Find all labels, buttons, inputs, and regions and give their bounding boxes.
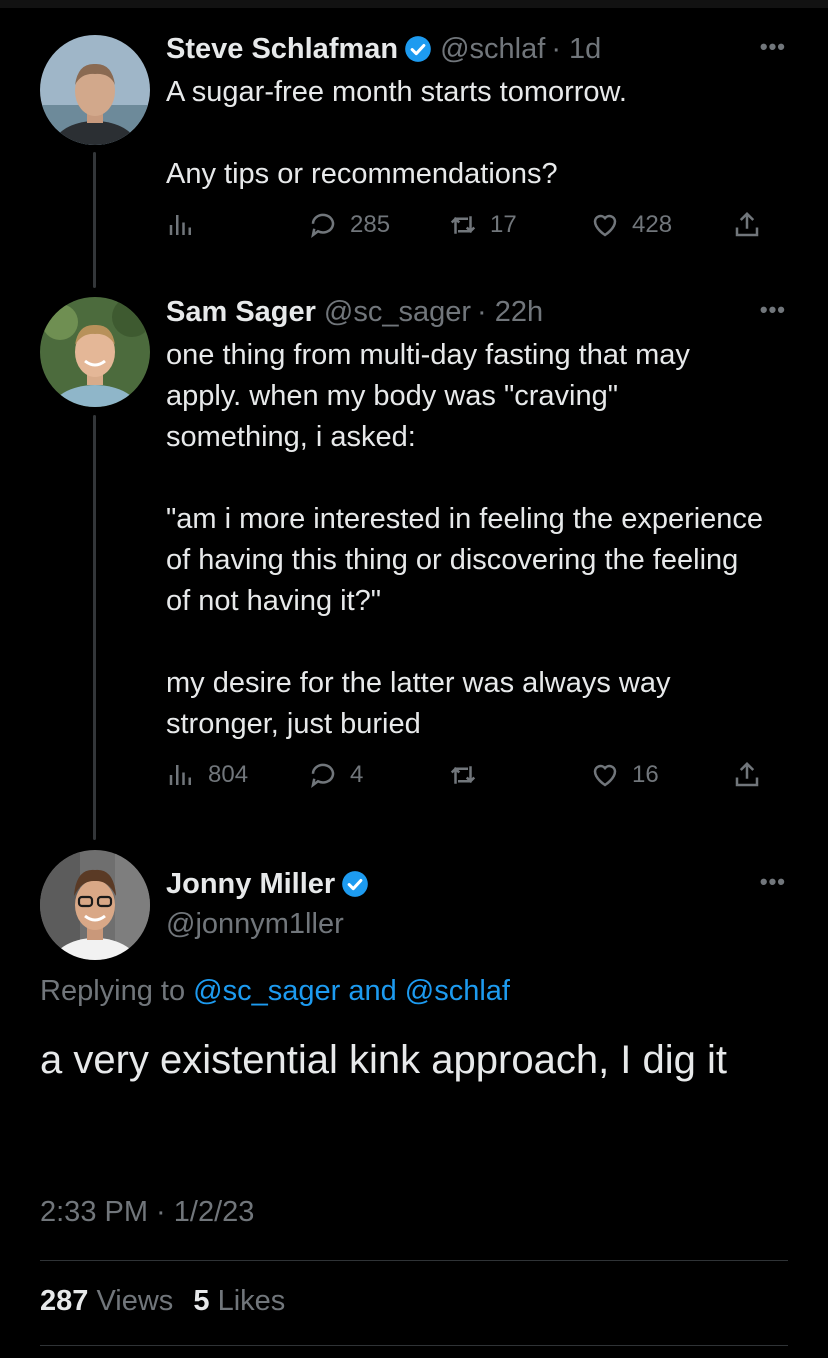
retweet-button[interactable] [448,760,478,790]
avatar-sam[interactable] [40,297,150,407]
tweet-paragraph: "am i more interested in feeling the exp… [166,503,764,617]
like-button[interactable]: 428 [590,210,672,240]
retweet-button[interactable]: 17 [448,210,517,240]
heart-icon [593,214,617,237]
tweet-text: A sugar-free month starts tomorrow. Any … [166,72,786,195]
views-count: 287 [40,1285,89,1317]
retweet-icon [450,216,476,234]
like-count: 16 [632,761,659,788]
author-name[interactable]: Steve Schlafman [166,33,398,66]
likes-count: 5 [193,1285,210,1317]
reply-count: 285 [350,211,391,238]
thread-line [93,415,96,840]
tweet-header: Sam Sager @sc_sager · 22h [166,293,543,331]
reply-button[interactable]: 285 [308,210,390,240]
author-handle[interactable]: @schlaf [440,33,545,66]
tweet-paragraph: Any tips or recommendations? [166,158,558,190]
retweet-count: 17 [490,211,517,238]
tweet-text: one thing from multi-day fasting that ma… [166,335,766,745]
replying-prefix: Replying to [40,975,186,1007]
views-stat[interactable]: 287 Views [40,1285,181,1317]
analytics-icon [169,215,191,235]
likes-stat[interactable]: 5 Likes [193,1285,285,1317]
divider [40,1345,788,1346]
reply-count: 4 [350,761,364,788]
tweet-header: Jonny Miller [166,865,369,903]
verified-badge-icon [342,871,369,897]
reply-button[interactable]: 4 [308,760,363,790]
avatar-jonny[interactable] [40,850,150,960]
more-options-icon[interactable]: ••• [760,34,786,60]
share-icon [735,761,759,787]
tweet-time: · 22h [477,295,544,328]
like-count: 428 [632,211,673,238]
replying-to-links[interactable]: @sc_sager and @schlaf [193,975,510,1007]
likes-label: Likes [217,1285,286,1317]
more-options-icon[interactable]: ••• [760,297,786,323]
tweet-actions: 285 17 428 [166,210,766,250]
like-button[interactable]: 16 [590,760,659,790]
tweet-time: · 1d [551,32,602,65]
share-button[interactable] [732,210,762,240]
author-name[interactable]: Jonny Miller [166,868,335,901]
views-label: Views [96,1285,174,1317]
tweet-paragraph: A sugar-free month starts tomorrow. [166,76,627,108]
analytics-icon [169,765,191,785]
views-button[interactable] [166,210,196,240]
retweet-icon [450,766,476,784]
views-button[interactable]: 804 [166,760,248,790]
avatar-steve[interactable] [40,35,150,145]
more-options-icon[interactable]: ••• [760,869,786,895]
author-handle[interactable]: @sc_sager [324,296,471,329]
engagement-stats: 287 Views 5 Likes [40,1285,285,1318]
divider [40,1260,788,1261]
thread-line [93,152,96,288]
share-button[interactable] [732,760,762,790]
tweet-paragraph: one thing from multi-day fasting that ma… [166,339,690,453]
views-count: 804 [208,761,249,788]
author-name[interactable]: Sam Sager [166,296,316,329]
verified-badge-icon [405,36,431,62]
share-icon [735,211,759,237]
top-bar [0,0,828,8]
replying-to: Replying to @sc_sager and @schlaf [40,975,510,1008]
reply-icon [311,213,335,238]
main-tweet-text: a very existential kink approach, I dig … [40,1038,728,1082]
tweet-paragraph: my desire for the latter was always way … [166,667,671,740]
tweet-header: Steve Schlafman @schlaf · 1d [166,30,601,68]
reply-icon [311,763,335,788]
tweet-timestamp[interactable]: 2:33 PM · 1/2/23 [40,1196,254,1229]
author-handle[interactable]: @jonnym1ller [166,905,344,943]
tweet-actions: 804 4 16 [166,760,766,800]
heart-icon [593,764,617,787]
